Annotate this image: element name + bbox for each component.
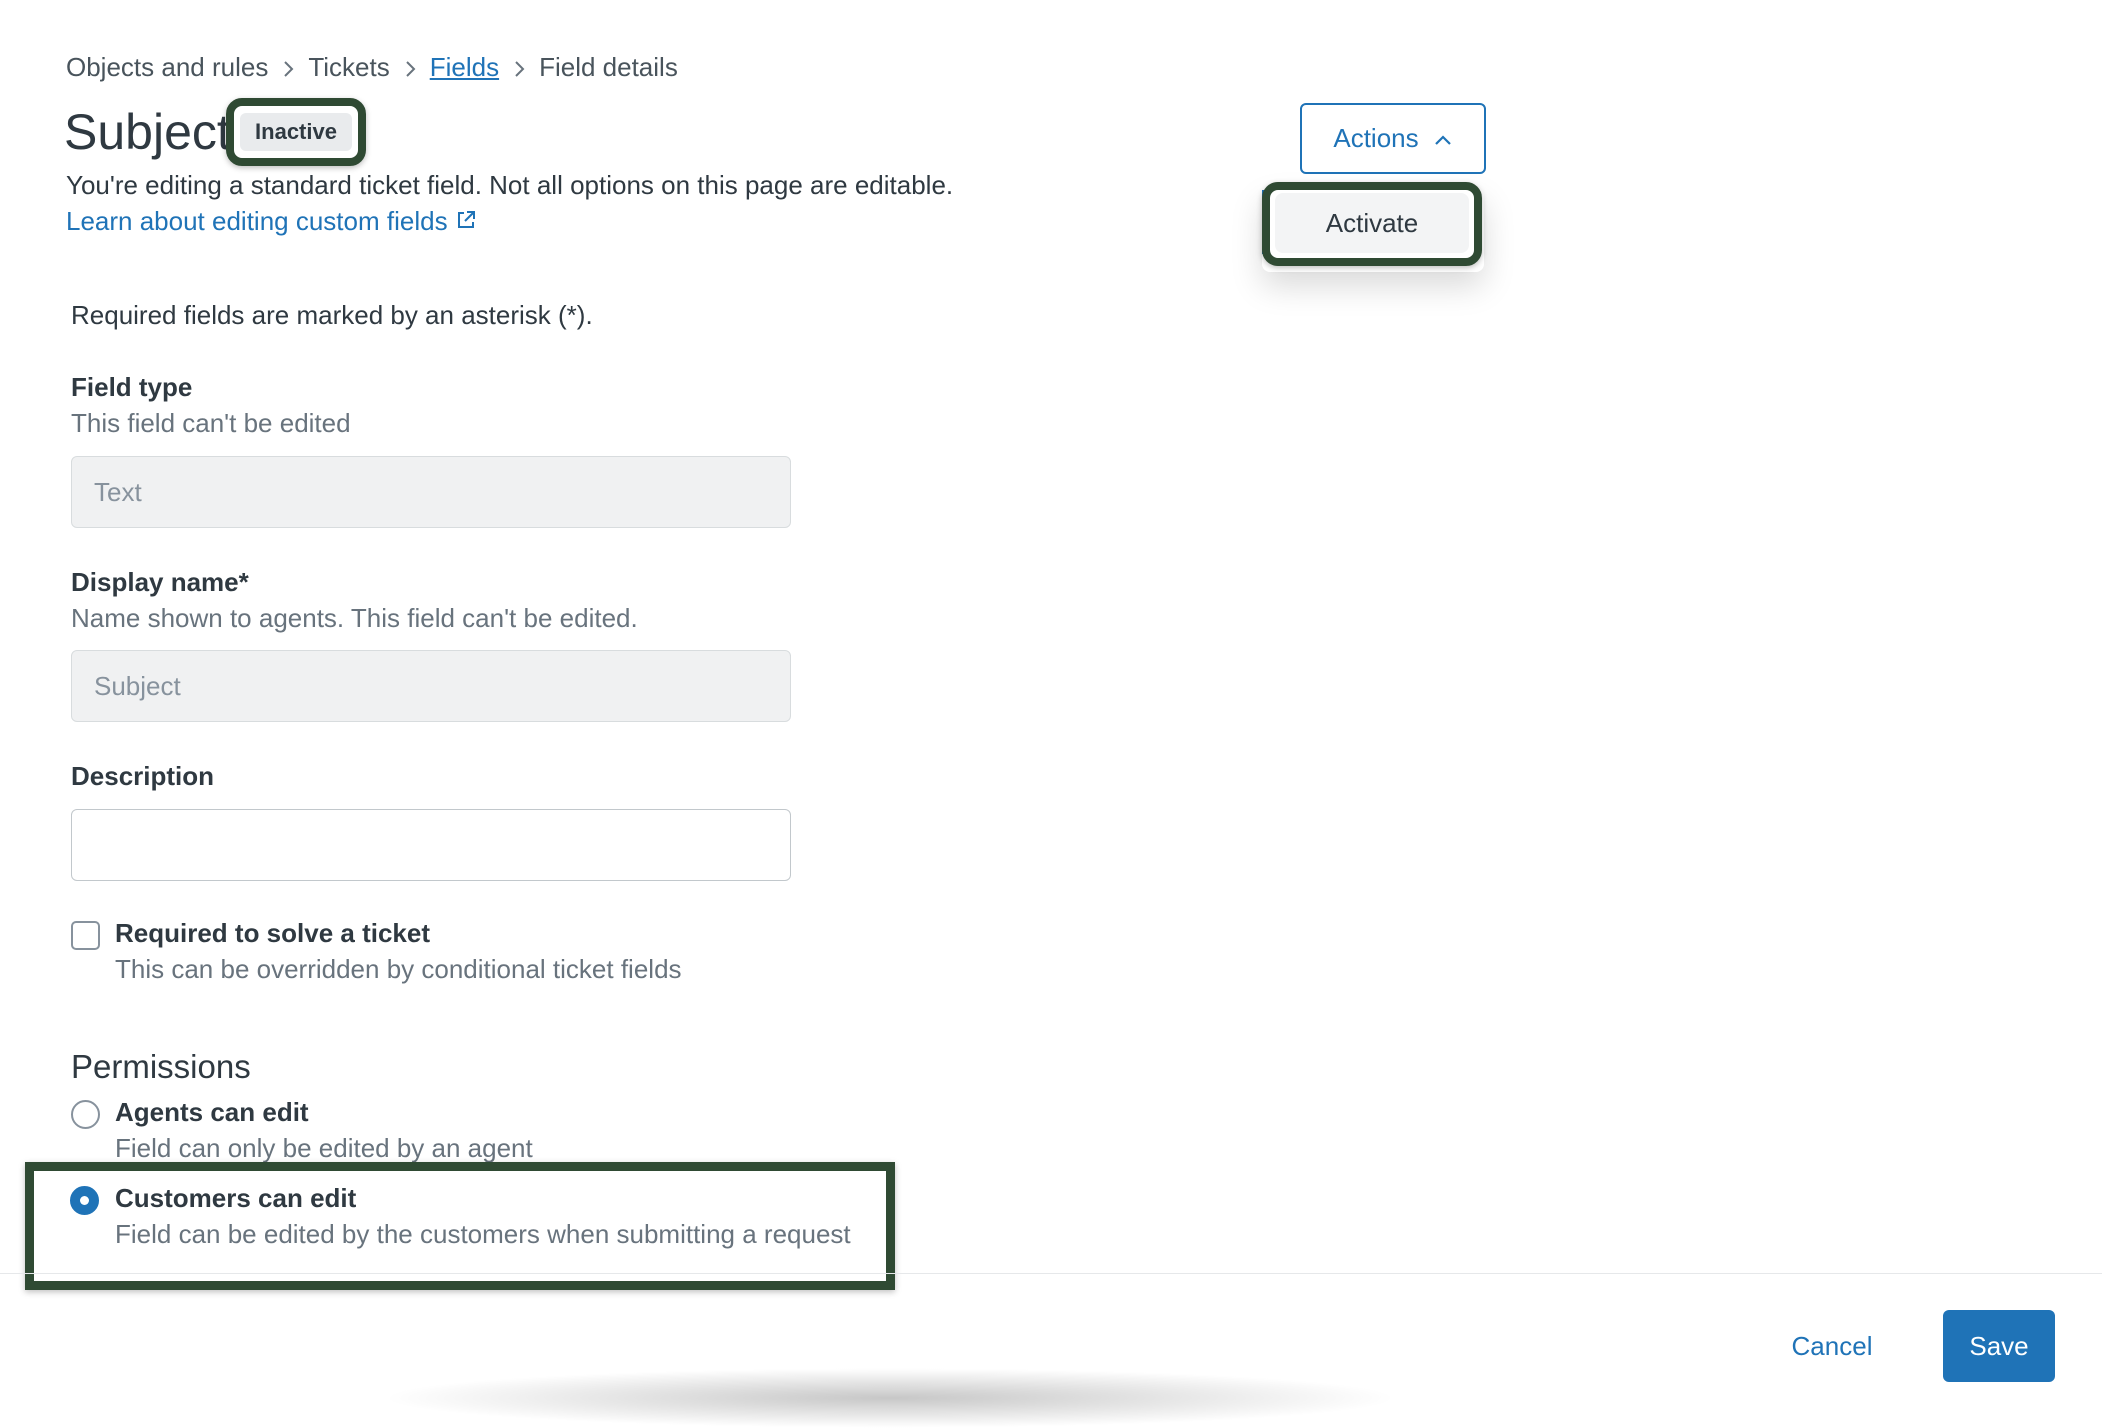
field-type-hint: This field can't be edited xyxy=(71,408,351,438)
learn-link-label: Learn about editing custom fields xyxy=(66,206,448,236)
required-fields-note: Required fields are marked by an asteris… xyxy=(71,300,593,330)
chevron-right-icon xyxy=(499,52,539,83)
footer-divider xyxy=(0,1273,2102,1274)
chevron-right-icon xyxy=(268,52,308,83)
description-input[interactable] xyxy=(71,809,791,881)
display-name-input: Subject xyxy=(71,650,791,722)
learn-link[interactable]: Learn about editing custom fields xyxy=(66,206,476,237)
field-type-input: Text xyxy=(71,456,791,528)
footer-shadow xyxy=(380,1368,1400,1428)
actions-button-label: Actions xyxy=(1333,123,1419,153)
agents-can-edit-hint: Field can only be edited by an agent xyxy=(115,1133,533,1163)
cancel-button[interactable]: Cancel xyxy=(1762,1310,1902,1382)
actions-button[interactable]: Actions xyxy=(1300,103,1486,174)
customers-can-edit-radio[interactable] xyxy=(70,1186,99,1215)
agents-can-edit-label[interactable]: Agents can edit xyxy=(115,1097,309,1128)
breadcrumb-fields-link[interactable]: Fields xyxy=(430,52,499,83)
display-name-hint: Name shown to agents. This field can't b… xyxy=(71,603,638,633)
required-to-solve-label[interactable]: Required to solve a ticket xyxy=(115,918,430,949)
activate-menu-item[interactable]: Activate xyxy=(1275,193,1469,253)
external-link-icon xyxy=(456,206,476,237)
breadcrumb-field-details: Field details xyxy=(539,52,678,82)
intro-text: You're editing a standard ticket field. … xyxy=(66,170,954,200)
breadcrumb-objects-and-rules[interactable]: Objects and rules xyxy=(66,52,268,83)
customers-can-edit-label[interactable]: Customers can edit xyxy=(115,1183,356,1214)
radio-selected-dot xyxy=(80,1196,89,1205)
chevron-up-icon xyxy=(1433,123,1453,154)
save-button[interactable]: Save xyxy=(1943,1310,2055,1382)
required-to-solve-checkbox[interactable] xyxy=(71,921,100,950)
agents-can-edit-radio[interactable] xyxy=(71,1100,100,1129)
breadcrumb: Objects and rules Tickets Fields Field d… xyxy=(66,52,678,83)
field-type-label: Field type xyxy=(71,372,193,402)
display-name-label: Display name* xyxy=(71,567,249,597)
required-to-solve-hint: This can be overridden by conditional ti… xyxy=(115,954,682,984)
breadcrumb-tickets[interactable]: Tickets xyxy=(308,52,389,83)
page-title: Subject xyxy=(64,104,231,160)
customers-can-edit-hint: Field can be edited by the customers whe… xyxy=(115,1219,851,1249)
permissions-title: Permissions xyxy=(71,1048,251,1085)
chevron-right-icon xyxy=(390,52,430,83)
status-badge: Inactive xyxy=(240,113,352,151)
description-label: Description xyxy=(71,761,215,791)
